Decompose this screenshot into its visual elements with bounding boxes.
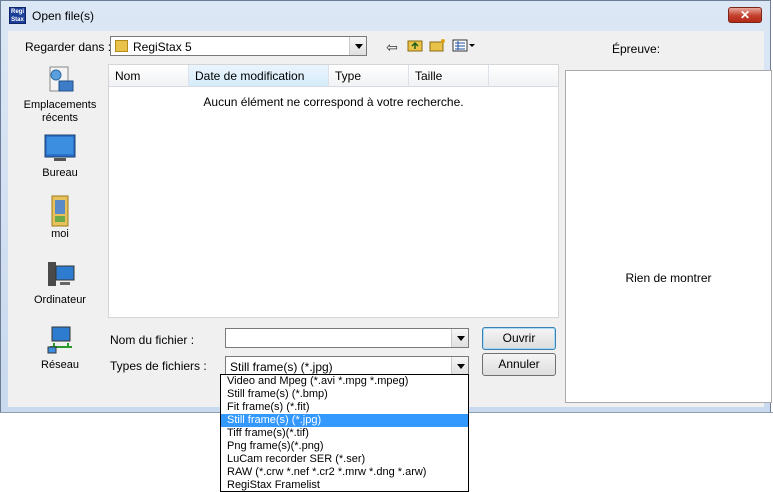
place-computer[interactable]: Ordinateur (15, 260, 105, 307)
chevron-down-icon[interactable] (349, 37, 366, 55)
dialog-client-area: Regarder dans : RegiStax 5 ⇦ Épreuve: Em… (8, 31, 772, 407)
recent-places-icon (44, 65, 76, 95)
up-folder-icon[interactable] (405, 38, 425, 56)
filetype-option[interactable]: RegiStax Framelist (221, 479, 468, 492)
column-header-type[interactable]: Type (329, 65, 409, 87)
column-header-size[interactable]: Taille (409, 65, 489, 87)
column-header-name[interactable]: Nom (109, 65, 189, 87)
place-recent[interactable]: Emplacements récents (15, 65, 105, 125)
filetype-option[interactable]: RAW (*.crw *.nef *.cr2 *.mrw *.dng *.arw… (221, 466, 468, 479)
chevron-down-icon[interactable] (451, 357, 468, 375)
filetype-option[interactable]: Still frame(s) (*.bmp) (221, 388, 468, 401)
filetype-value: Still frame(s) (*.jpg) (230, 360, 333, 374)
window-title: Open file(s) (32, 9, 95, 23)
computer-icon (44, 260, 76, 290)
filetype-option[interactable]: Tiff frame(s)(*.tif) (221, 427, 468, 440)
filename-input[interactable] (225, 328, 469, 348)
place-user[interactable]: moi (15, 194, 105, 241)
title-bar[interactable]: Regi Stax Open file(s) ✕ (1, 1, 770, 31)
filetype-option-selected[interactable]: Still frame(s) (*.jpg) (221, 414, 468, 427)
place-desktop[interactable]: Bureau (15, 133, 105, 180)
file-list[interactable]: Nom Date de modification Type Taille Auc… (108, 64, 559, 318)
cancel-button[interactable]: Annuler (482, 353, 556, 376)
filename-label: Nom du fichier : (110, 333, 195, 347)
place-label: Bureau (42, 167, 78, 179)
lookin-value: RegiStax 5 (133, 40, 192, 54)
close-icon: ✕ (739, 8, 751, 22)
filetype-dropdown-list[interactable]: Video and Mpeg (*.avi *.mpg *.mpeg) Stil… (220, 374, 469, 492)
places-bar: Emplacements récents Bureau moi Ordinate… (15, 63, 105, 401)
new-folder-icon[interactable] (428, 38, 448, 56)
view-menu-icon[interactable] (451, 38, 477, 56)
open-file-dialog: Regi Stax Open file(s) ✕ Regarder dans :… (0, 0, 772, 413)
preview-empty-text: Rien de montrer (625, 271, 712, 285)
filetype-select[interactable]: Still frame(s) (*.jpg) (225, 356, 469, 376)
network-icon (44, 325, 76, 355)
chevron-down-icon[interactable] (451, 329, 468, 347)
preview-pane: Rien de montrer (565, 70, 772, 403)
column-header-filler (489, 65, 558, 87)
filetype-option[interactable]: Video and Mpeg (*.avi *.mpg *.mpeg) (221, 375, 468, 388)
place-label: Emplacements récents (23, 99, 97, 124)
place-label: Ordinateur (34, 294, 86, 306)
registax-app-icon: Regi Stax (9, 7, 26, 24)
lookin-combo[interactable]: RegiStax 5 (110, 36, 367, 56)
open-button[interactable]: Ouvrir (482, 327, 556, 350)
user-folder-icon (44, 194, 76, 227)
place-network[interactable]: Réseau (15, 325, 105, 372)
back-arrow-icon[interactable]: ⇦ (382, 38, 402, 56)
filetype-option[interactable]: LuCam recorder SER (*.ser) (221, 453, 468, 466)
column-header-date[interactable]: Date de modification (189, 65, 329, 87)
preview-label: Épreuve: (612, 42, 661, 56)
close-button[interactable]: ✕ (728, 7, 762, 23)
filetype-option[interactable]: Png frame(s)(*.png) (221, 440, 468, 453)
empty-list-message: Aucun élément ne correspond à votre rech… (203, 95, 464, 109)
filetype-label: Types de fichiers : (110, 359, 207, 373)
folder-icon (115, 40, 128, 52)
place-label: moi (51, 228, 69, 240)
desktop-icon (44, 133, 76, 163)
lookin-label: Regarder dans : (25, 40, 112, 54)
place-label: Réseau (41, 359, 79, 371)
filetype-option[interactable]: Fit frame(s) (*.fit) (221, 401, 468, 414)
